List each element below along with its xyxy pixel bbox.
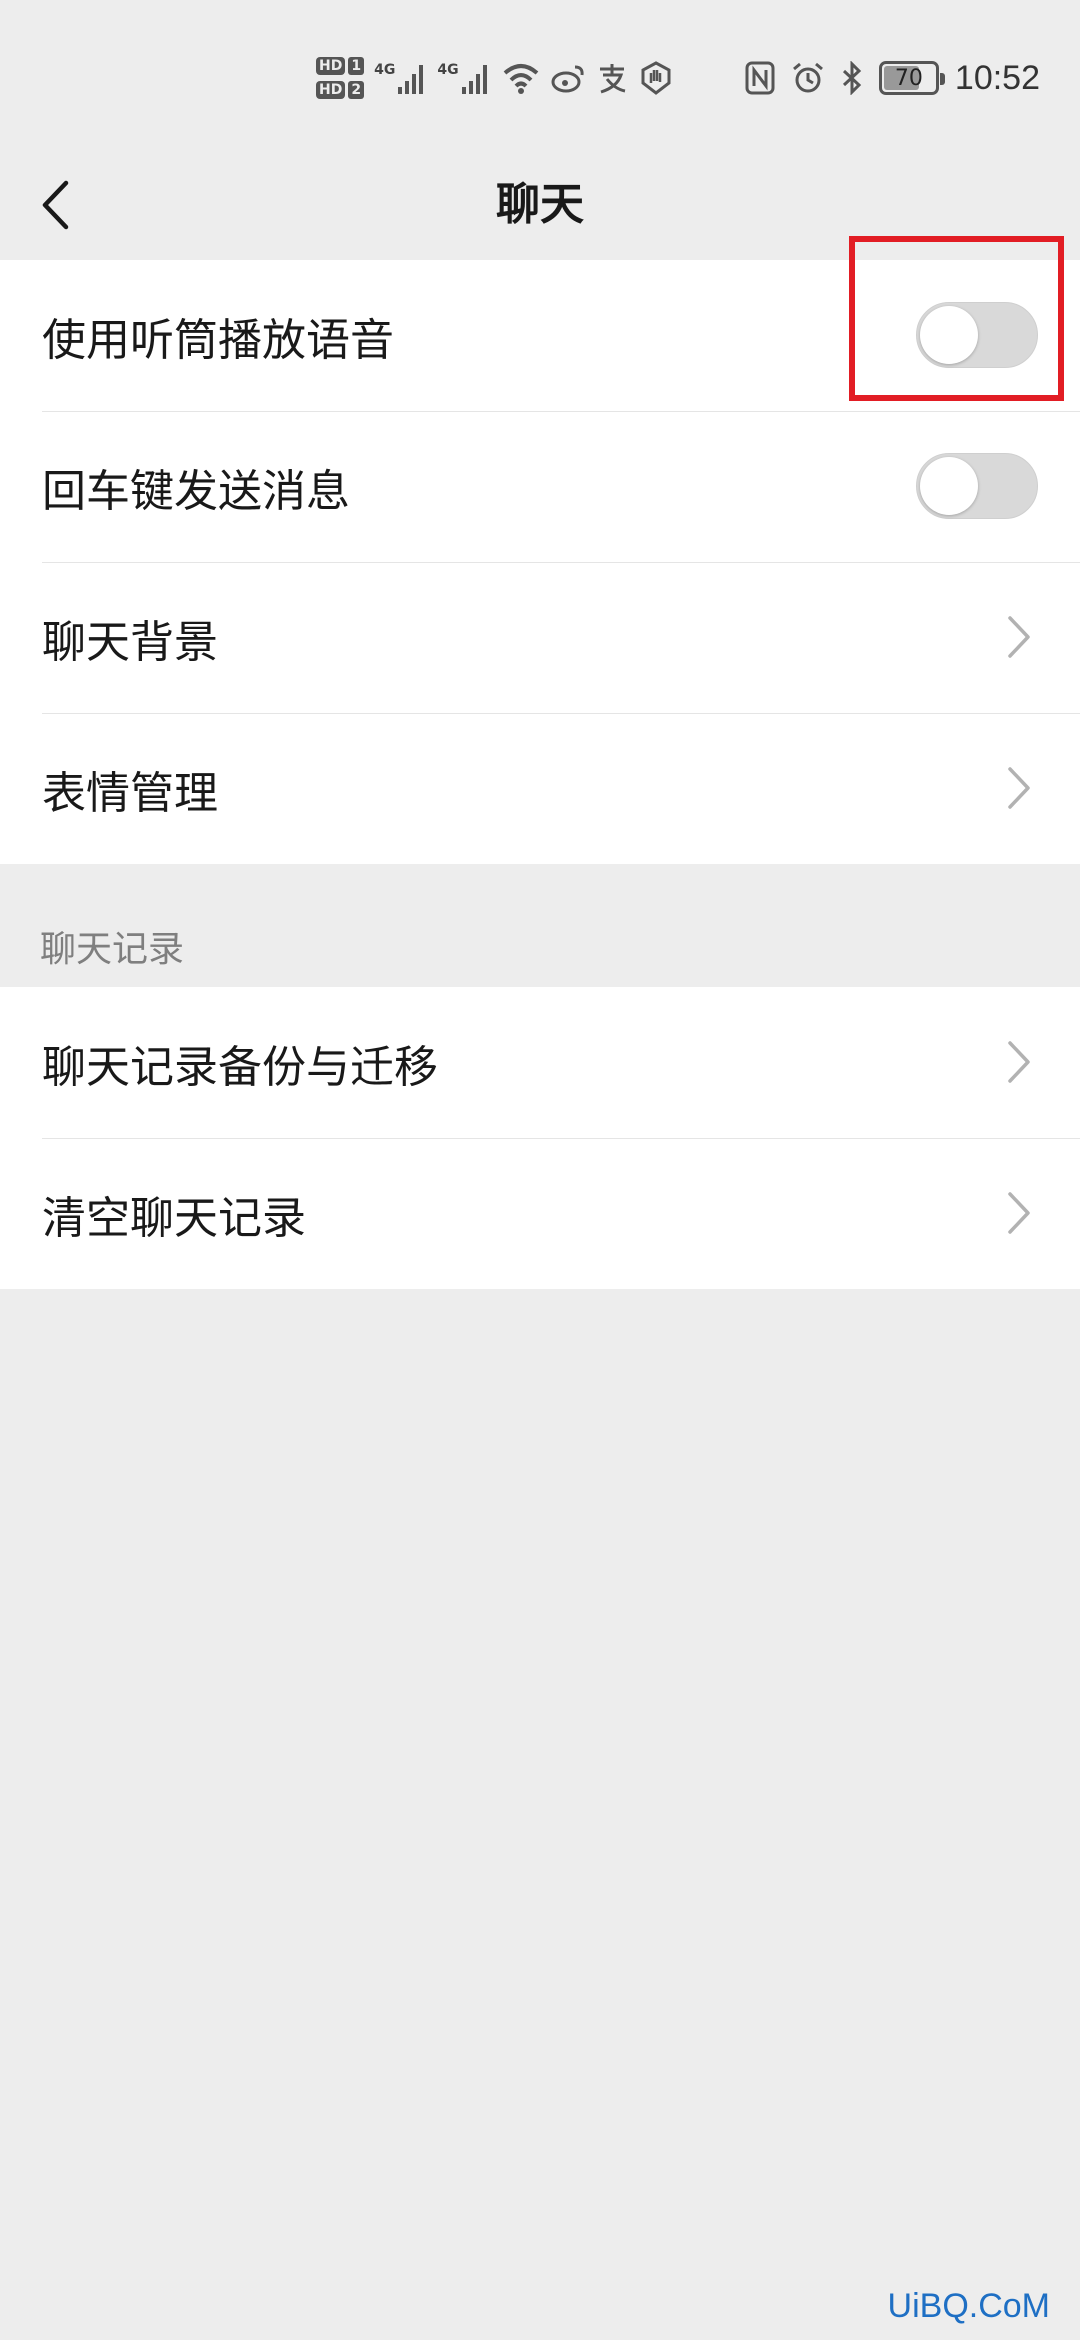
hd-sim-number: 1: [348, 57, 365, 75]
section-header-chat-history: 聊天记录: [40, 929, 185, 970]
signal-1: 4G: [374, 61, 427, 95]
hd-label: HD: [316, 57, 346, 75]
battery-icon: 70: [878, 61, 945, 95]
wifi-icon: [503, 64, 538, 94]
weibo-icon: [551, 65, 584, 93]
network-type: 4G: [374, 62, 396, 78]
signal-icon: [461, 65, 487, 94]
toggle-knob: [920, 457, 978, 515]
settings-row-backup-migrate[interactable]: 聊天记录备份与迁移: [0, 987, 1080, 1138]
settings-row-enter-send: 回车键发送消息: [0, 411, 1080, 562]
row-label: 使用听筒播放语音: [42, 314, 394, 366]
row-label: 回车键发送消息: [42, 465, 350, 517]
nfc-icon: [745, 61, 775, 95]
chevron-right-icon: [1008, 1041, 1030, 1083]
hd-sim-number: 2: [348, 81, 365, 99]
status-bar: HD 1 HD 2 4G 4G 70 10:52: [0, 0, 1080, 150]
signal-2: 4G: [437, 61, 490, 95]
status-left: HD 1 HD 2 4G 4G: [316, 48, 673, 108]
network-type: 4G: [437, 62, 459, 78]
hd-indicators: HD 1 HD 2: [316, 57, 365, 99]
hand-shield-icon: [641, 61, 671, 95]
row-label: 清空聊天记录: [42, 1192, 306, 1244]
chevron-right-icon: [1008, 1192, 1030, 1234]
status-right: 70 10:52: [745, 48, 1040, 108]
bluetooth-icon: [842, 61, 862, 95]
chat-history-group: 聊天记录备份与迁移 清空聊天记录: [0, 987, 1080, 1289]
watermark: UiBQ.CoM: [887, 2287, 1050, 2325]
alarm-icon: [792, 62, 823, 93]
enter-send-toggle[interactable]: [916, 453, 1038, 519]
signal-icon: [398, 65, 424, 94]
hd-label: HD: [316, 81, 346, 99]
row-label: 聊天记录备份与迁移: [42, 1041, 438, 1093]
alipay-icon: [599, 64, 625, 94]
settings-row-chat-background[interactable]: 聊天背景: [0, 562, 1080, 713]
battery-level: 70: [894, 65, 923, 91]
row-label: 表情管理: [42, 767, 218, 819]
chevron-right-icon: [1008, 616, 1030, 658]
clock: 10:52: [954, 58, 1040, 97]
settings-row-clear-history[interactable]: 清空聊天记录: [0, 1138, 1080, 1289]
hd-indicator-1: HD 1: [316, 57, 365, 75]
chevron-right-icon: [1008, 767, 1030, 809]
settings-row-sticker-management[interactable]: 表情管理: [0, 713, 1080, 864]
highlight-annotation-box: [849, 236, 1064, 401]
hd-indicator-2: HD 2: [316, 81, 365, 99]
row-label: 聊天背景: [42, 616, 218, 668]
